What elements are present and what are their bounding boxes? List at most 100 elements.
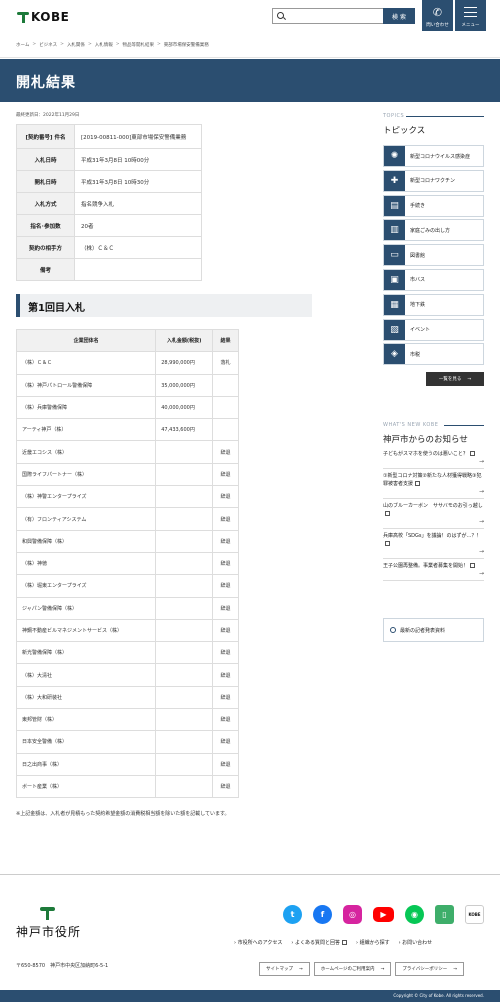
news-item[interactable]: 王子公園再整備。事業者募集を開始！ → [383, 559, 484, 581]
last-updated: 最終更新日：2022年11月29日 [16, 113, 80, 118]
topic-item[interactable]: ✺ 新型コロナウイルス感染症 [383, 145, 484, 167]
bid-result: 辞退 [212, 685, 239, 710]
news-item[interactable]: 子どもがスマホを使うのは悪いこと？ → [383, 447, 484, 469]
bid-amount [155, 485, 214, 509]
news-text: 兵庫高校「SDGs」を議論！のはずが…？！ [383, 533, 482, 539]
footer-button[interactable]: サイトマップ → [259, 962, 310, 976]
kobe-emblem-icon [40, 906, 55, 920]
info-key: 入札日時 [16, 148, 75, 171]
info-key: 指名･参加数 [16, 214, 75, 237]
footer-link[interactable]: › 市役所へのアクセス [234, 939, 282, 946]
press-release-link[interactable]: 最新の記者発表資料 [383, 618, 484, 642]
external-link-icon [469, 451, 475, 456]
topic-item[interactable]: ▦ 地下鉄 [383, 293, 484, 316]
topic-item[interactable]: ▥ 家庭ごみの出し方 [383, 219, 484, 242]
line-icon[interactable]: ◉ [405, 905, 424, 924]
bid-amount: 28,990,000円 [155, 351, 214, 375]
bid-result: 辞退 [212, 663, 239, 687]
bid-company: 東邦管財（株） [15, 708, 157, 732]
topic-item[interactable]: ▣ 市バス [383, 268, 484, 291]
bid-result: 辞退 [212, 507, 239, 531]
form-icon: ▤ [384, 195, 405, 216]
footer-link-label: 市役所へのアクセス [237, 940, 283, 946]
social-links: t f ◎ ▶ ◉ ▯ KOBE [283, 905, 484, 924]
footer-button-label: ホームページのご利用案内 [320, 967, 375, 972]
search-box [272, 8, 383, 24]
arrow-right-icon: → [478, 548, 484, 555]
table-row: ジャパン警備保障（株） 辞退 [15, 596, 239, 620]
contact-button[interactable]: ✆ 問い合わせ [422, 0, 453, 31]
arrow-right-icon: → [478, 458, 484, 465]
bid-result: 辞退 [212, 596, 239, 620]
search-input[interactable] [273, 9, 383, 23]
topic-label: 新型コロナワクチン [410, 178, 456, 185]
hamburger-icon [464, 7, 477, 17]
kobe-logo[interactable]: KOBE [17, 10, 69, 24]
news-item[interactable]: 山のブルーカーボン ササバモのお引っ越し → [383, 499, 484, 529]
amount-header: 入札金額(税抜) [155, 328, 214, 353]
footer-logo[interactable]: 神戸市役所 [16, 906, 81, 940]
topic-item[interactable]: ▭ 図書館 [383, 244, 484, 267]
bid-amount [155, 685, 214, 710]
topic-item[interactable]: ▤ 手続き [383, 194, 484, 217]
topic-item[interactable]: ✚ 新型コロナワクチン [383, 169, 484, 192]
topic-item[interactable]: ◈ 市税 [383, 343, 484, 366]
footer-link[interactable]: › 組織から探す [356, 939, 390, 946]
table-row: （株）兵庫警備保障 40,000,000円 [15, 395, 239, 420]
breadcrumb-separator: > [32, 42, 37, 47]
news-item[interactable]: ①新型コロナ対策②新たな人材獲得戦略③犯罪被害者支援 → [383, 469, 484, 499]
bid-amount [155, 507, 214, 531]
table-row: 新光警備保障（株） 辞退 [15, 641, 239, 665]
footer-link[interactable]: › よくある質問と回答 [291, 939, 347, 946]
info-row: 契約の相手方 （株）Ｃ＆Ｃ [16, 236, 202, 259]
bid-company: 和興警備保障（株） [15, 529, 157, 553]
bid-result: 辞退 [212, 462, 239, 487]
info-row: 備考 [16, 258, 202, 281]
trash-icon: ▥ [384, 220, 405, 241]
news-item[interactable]: 兵庫高校「SDGs」を議論！のはずが…？！ → [383, 529, 484, 559]
menu-button[interactable]: メニュー [455, 0, 486, 31]
arrow-right-icon: → [453, 966, 458, 972]
bid-company: （株）神徳 [15, 551, 157, 576]
twitter-icon[interactable]: t [283, 905, 302, 924]
topic-label: 図書館 [410, 252, 426, 259]
bus-icon: ▣ [384, 269, 405, 290]
bid-amount: 47,433,600円 [155, 418, 214, 442]
info-value: [2019-00811-000]東部市場保安警備業務 [74, 124, 202, 149]
footer-button[interactable]: プライバシーポリシー → [395, 962, 465, 976]
news-text: 山のブルーカーボン ササバモのお引っ越し [383, 503, 483, 509]
bid-result [212, 373, 239, 397]
search-button[interactable]: 検 索 [383, 8, 415, 24]
instagram-icon[interactable]: ◎ [343, 905, 362, 924]
table-row: 東邦管財（株） 辞退 [15, 708, 239, 732]
topic-label: 手続き [410, 203, 426, 210]
table-row: 和興警備保障（株） 辞退 [15, 529, 239, 553]
footer-link-label: よくある質問と回答 [294, 940, 340, 946]
youtube-icon[interactable]: ▶ [373, 907, 394, 922]
topics-more-button[interactable]: 一覧を見る → [426, 372, 484, 386]
amount-note: ※上記金額は、入札者が見積もった契約希望金額の消費税相当額を除いた額を記載してい… [16, 811, 230, 817]
facebook-icon[interactable]: f [313, 905, 332, 924]
kobe-app-icon[interactable]: KOBE [465, 905, 484, 924]
breadcrumb-item[interactable]: 入札情報 [95, 42, 113, 48]
topic-item[interactable]: ▧ イベント [383, 318, 484, 341]
footer-link[interactable]: › お問い合わせ [399, 939, 433, 946]
topics-en-label: TOPICS [383, 113, 405, 119]
virus-icon: ✺ [384, 146, 405, 166]
footer-button[interactable]: ホームページのご利用案内 → [313, 962, 392, 976]
breadcrumb-item[interactable]: ビジネス [39, 42, 57, 48]
external-link-icon [415, 481, 421, 486]
bid-amount [155, 440, 214, 464]
bid-company: アーティ神戸（株） [15, 418, 157, 442]
breadcrumb-item[interactable]: ホーム [16, 42, 29, 48]
breadcrumb-item[interactable]: 物品等開札結果 [123, 42, 155, 48]
site-header: KOBE 検 索 ✆ 問い合わせ メニュー [0, 0, 500, 33]
footer-button-label: プライバシーポリシー [402, 967, 448, 972]
footer-buttons: サイトマップ → ホームページのご利用案内 → プライバシーポリシー → [259, 962, 465, 976]
bid-company: ボート産業（株） [15, 774, 157, 799]
footer-link-label: 組織から探す [359, 940, 390, 946]
more-label: 一覧を見る [438, 377, 462, 382]
bookmark-icon[interactable]: ▯ [435, 905, 454, 924]
table-row: （株）Ｃ＆Ｃ 28,990,000円 落札 [15, 351, 239, 375]
breadcrumb-item[interactable]: 入札関係 [67, 42, 85, 48]
